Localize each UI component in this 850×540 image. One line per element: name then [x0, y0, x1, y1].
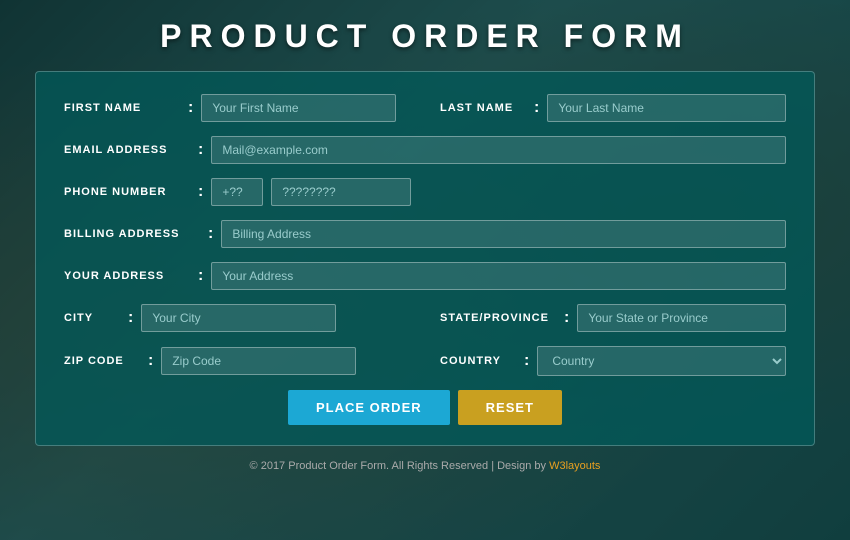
- country-select[interactable]: CountryUnited StatesUnited KingdomCanada…: [537, 346, 786, 376]
- footer: © 2017 Product Order Form. All Rights Re…: [250, 460, 601, 472]
- state-label: STATE/PROVINCE: [440, 312, 560, 324]
- phone-row: PHONE NUMBER :: [64, 178, 786, 206]
- country-label: COUNTRY: [440, 355, 520, 367]
- button-row: PLACE ORDER RESET: [64, 390, 786, 425]
- billing-input[interactable]: [221, 220, 786, 248]
- address-input[interactable]: [211, 262, 786, 290]
- phone-label: PHONE NUMBER: [64, 186, 194, 198]
- city-state-row: CITY : STATE/PROVINCE :: [64, 304, 786, 332]
- city-col: CITY :: [64, 304, 410, 332]
- footer-link[interactable]: W3layouts: [549, 460, 600, 472]
- zip-label: ZIP CODE: [64, 355, 144, 367]
- name-row: FIRST NAME : LAST NAME :: [64, 94, 786, 122]
- email-row: EMAIL ADDRESS :: [64, 136, 786, 164]
- footer-text: © 2017 Product Order Form. All Rights Re…: [250, 460, 550, 472]
- billing-label: BILLING ADDRESS: [64, 228, 204, 240]
- zip-input[interactable]: [161, 347, 356, 375]
- first-name-col: FIRST NAME :: [64, 94, 410, 122]
- email-input[interactable]: [211, 136, 786, 164]
- place-order-button[interactable]: PLACE ORDER: [288, 390, 450, 425]
- billing-row: BILLING ADDRESS :: [64, 220, 786, 248]
- form-card: FIRST NAME : LAST NAME : EMAIL ADDRESS :…: [35, 71, 815, 446]
- zip-country-row: ZIP CODE : COUNTRY : CountryUnited State…: [64, 346, 786, 376]
- city-label: CITY: [64, 312, 124, 324]
- state-col: STATE/PROVINCE :: [440, 304, 786, 332]
- state-input[interactable]: [577, 304, 786, 332]
- phone-number-input[interactable]: [271, 178, 411, 206]
- last-name-label: LAST NAME: [440, 102, 530, 114]
- phone-code-input[interactable]: [211, 178, 263, 206]
- zip-col: ZIP CODE :: [64, 347, 410, 375]
- last-name-input[interactable]: [547, 94, 786, 122]
- country-col: COUNTRY : CountryUnited StatesUnited Kin…: [440, 346, 786, 376]
- city-input[interactable]: [141, 304, 336, 332]
- last-name-col: LAST NAME :: [440, 94, 786, 122]
- email-label: EMAIL ADDRESS: [64, 144, 194, 156]
- address-label: YOUR ADDRESS: [64, 270, 194, 282]
- first-name-label: FIRST NAME: [64, 102, 184, 114]
- address-row: YOUR ADDRESS :: [64, 262, 786, 290]
- reset-button[interactable]: RESET: [458, 390, 562, 425]
- page-title: PRODUCT ORDER FORM: [160, 18, 690, 55]
- first-name-input[interactable]: [201, 94, 396, 122]
